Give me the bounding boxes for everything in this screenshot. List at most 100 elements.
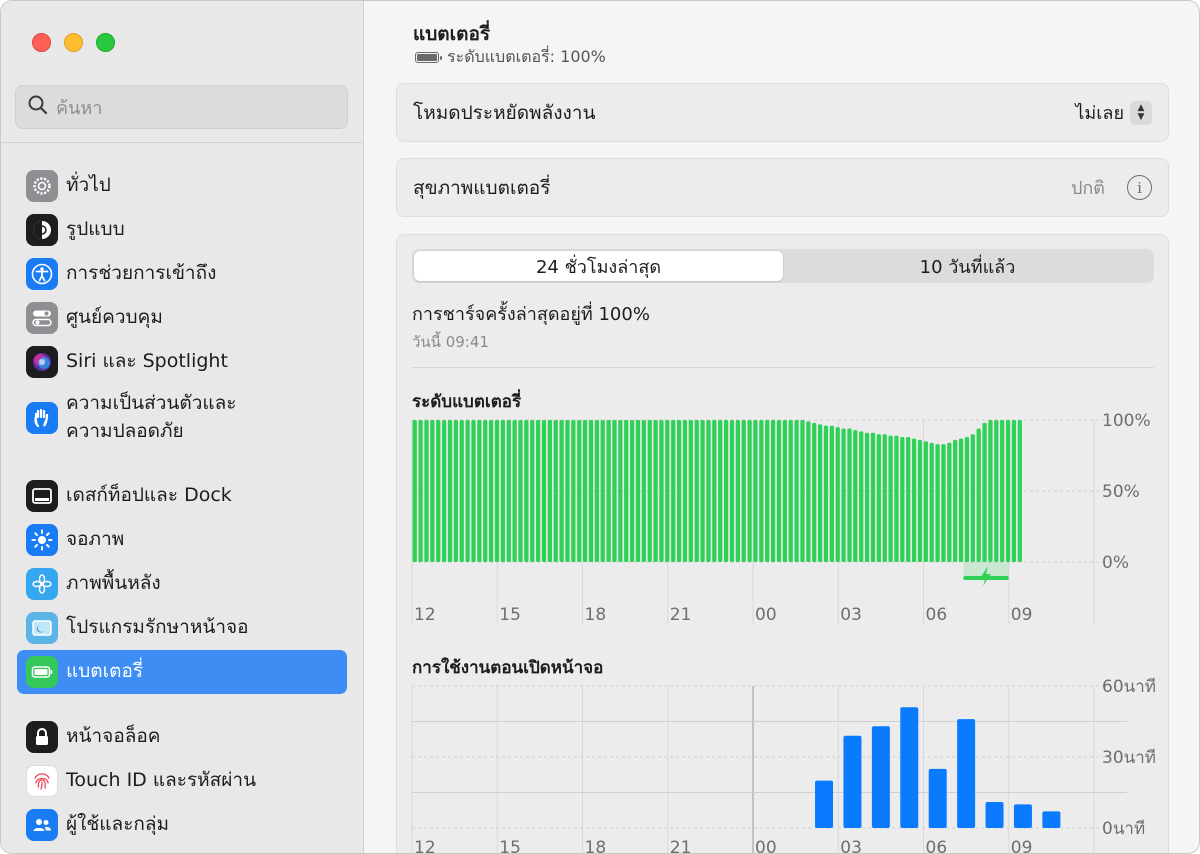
- window-controls: [32, 33, 115, 52]
- battery-level-bar: [823, 425, 829, 562]
- battery-level-bar: [741, 420, 746, 562]
- close-window-button[interactable]: [32, 33, 51, 52]
- battery-level-bar: [612, 420, 617, 562]
- battery-health-value: ปกติ: [1070, 178, 1105, 199]
- battery-level-bar: [753, 420, 758, 562]
- battery-level-bar: [847, 428, 852, 562]
- y-tick-label: 100%: [1102, 411, 1151, 431]
- battery-level-bar: [600, 420, 605, 562]
- y-tick-label: 50%: [1102, 482, 1140, 502]
- sidebar-item-appearance[interactable]: รูปแบบ: [17, 208, 347, 252]
- low-power-mode-label: โหมดประหยัดพลังงาน: [413, 101, 596, 124]
- info-icon[interactable]: i: [1127, 175, 1152, 200]
- privacy-label-line1: ความเป็นส่วนตัวและ: [66, 392, 237, 415]
- sidebar-item-battery[interactable]: แบตเตอรี่: [17, 650, 347, 694]
- battery-level-bar: [935, 444, 940, 562]
- battery-level-bar: [812, 422, 817, 562]
- minimize-window-button[interactable]: [64, 33, 83, 52]
- battery-level-bar: [465, 420, 470, 562]
- battery-level-bar: [618, 420, 623, 562]
- search-field[interactable]: ค้นหา: [15, 85, 348, 129]
- battery-level-bar: [641, 420, 646, 562]
- sidebar-item-label: Touch ID และรหัสผ่าน: [66, 769, 257, 792]
- battery-level-bar: [494, 420, 500, 562]
- battery-level-bar: [412, 420, 417, 562]
- sidebar-item-label: หน้าจอล็อค: [66, 725, 161, 748]
- y-tick-label: 60นาที: [1102, 677, 1156, 697]
- sidebar: ค้นหา ทั่วไป รูปแบบ การช่วยการเข้าถึง ศู…: [1, 1, 364, 853]
- wallpaper-flower-icon: [26, 568, 58, 600]
- battery-health-row: สุขภาพแบตเตอรี่ ปกติ i: [396, 158, 1169, 217]
- battery-level-bar: [900, 437, 905, 562]
- battery-level-bar: [718, 420, 723, 562]
- x-tick-label: 21: [670, 838, 692, 854]
- sidebar-item-label: รูปแบบ: [66, 218, 125, 241]
- sidebar-item-lock-screen[interactable]: หน้าจอล็อค: [17, 715, 347, 759]
- screen-usage-bar: [957, 719, 976, 828]
- battery-level-bar: [541, 420, 547, 562]
- battery-level-bar: [1005, 420, 1011, 562]
- screensaver-icon: [26, 612, 58, 644]
- battery-level-bar: [723, 420, 729, 562]
- low-power-mode-value: ไม่เลย: [1075, 103, 1124, 124]
- battery-level-bar: [1017, 420, 1022, 562]
- battery-level-bar: [512, 420, 517, 562]
- usage-card: 24 ชั่วโมงล่าสุด 10 วันที่แล้ว การชาร์จค…: [396, 234, 1169, 854]
- battery-level-bar: [947, 442, 952, 562]
- x-tick-label: 06: [926, 838, 948, 854]
- chevron-updown-icon: ▲ ▼: [1130, 100, 1152, 125]
- battery-level-bar: [424, 420, 429, 562]
- last-charge-time: วันนี้ 09:41: [412, 333, 489, 351]
- sidebar-item-siri-spotlight[interactable]: Siri และ Spotlight: [17, 340, 347, 384]
- sidebar-item-privacy-security[interactable]: ความเป็นส่วนตัวและ ความปลอดภัย: [17, 386, 347, 450]
- battery-level-bar: [906, 437, 911, 562]
- battery-level-bar: [759, 420, 764, 562]
- search-icon: [28, 95, 48, 119]
- battery-level-bar: [653, 420, 658, 562]
- sidebar-item-touch-id[interactable]: Touch ID และรหัสผ่าน: [17, 759, 347, 803]
- sidebar-item-label: ทั่วไป: [66, 174, 111, 197]
- battery-health-value-group: ปกติ i: [1071, 173, 1152, 202]
- battery-level-bar: [565, 420, 570, 562]
- battery-level-bar: [994, 420, 999, 562]
- sidebar-item-accessibility[interactable]: การช่วยการเข้าถึง: [17, 252, 347, 296]
- low-power-mode-select[interactable]: ไม่เลย ▲ ▼: [1075, 98, 1152, 127]
- battery-level-bar: [794, 420, 799, 562]
- sidebar-item-general[interactable]: ทั่วไป: [17, 164, 347, 208]
- tab-last-24-hours[interactable]: 24 ชั่วโมงล่าสุด: [414, 251, 783, 281]
- battery-level-bar: [970, 434, 975, 562]
- battery-level-bar: [964, 437, 970, 562]
- battery-level-bar: [788, 420, 793, 562]
- x-tick-label: 00: [755, 838, 777, 854]
- battery-level-bar: [923, 441, 928, 562]
- sidebar-item-desktop-dock[interactable]: เดสก์ท็อปและ Dock: [17, 474, 347, 518]
- battery-level-bar: [888, 435, 893, 562]
- sidebar-item-screensaver[interactable]: โปรแกรมรักษาหน้าจอ: [17, 606, 347, 650]
- battery-level-bar: [436, 420, 441, 562]
- sidebar-item-control-center[interactable]: ศูนย์ควบคุม: [17, 296, 347, 340]
- low-power-mode-row: โหมดประหยัดพลังงาน ไม่เลย ▲ ▼: [396, 83, 1169, 142]
- fingerprint-icon: [26, 765, 58, 797]
- battery-level-bar: [817, 424, 823, 562]
- battery-level-bar: [535, 420, 541, 562]
- tab-last-10-days[interactable]: 10 วันที่แล้ว: [783, 251, 1152, 281]
- battery-level-bar: [882, 434, 887, 562]
- sidebar-item-displays[interactable]: จอภาพ: [17, 518, 347, 562]
- sidebar-item-users-groups[interactable]: ผู้ใช้และกลุ่ม: [17, 803, 347, 847]
- sidebar-item-wallpaper[interactable]: ภาพพื้นหลัง: [17, 562, 347, 606]
- search-placeholder: ค้นหา: [56, 97, 103, 119]
- battery-level-text: ระดับแบตเตอรี่: 100%: [447, 47, 606, 66]
- sidebar-separator: [1, 142, 364, 143]
- battery-level-bar: [765, 420, 770, 562]
- sidebar-item-label: เดสก์ท็อปและ Dock: [66, 484, 232, 507]
- screen-usage-bar: [900, 707, 919, 828]
- battery-level-bar: [547, 420, 552, 562]
- screen-usage-bar: [985, 801, 1004, 828]
- zoom-window-button[interactable]: [96, 33, 115, 52]
- battery-level-bar: [806, 421, 811, 562]
- battery-level-bar: [676, 420, 682, 562]
- x-tick-label: 03: [840, 605, 862, 625]
- battery-level-bar: [665, 420, 670, 562]
- battery-level-bar: [682, 420, 688, 562]
- battery-health-label: สุขภาพแบตเตอรี่: [413, 176, 551, 199]
